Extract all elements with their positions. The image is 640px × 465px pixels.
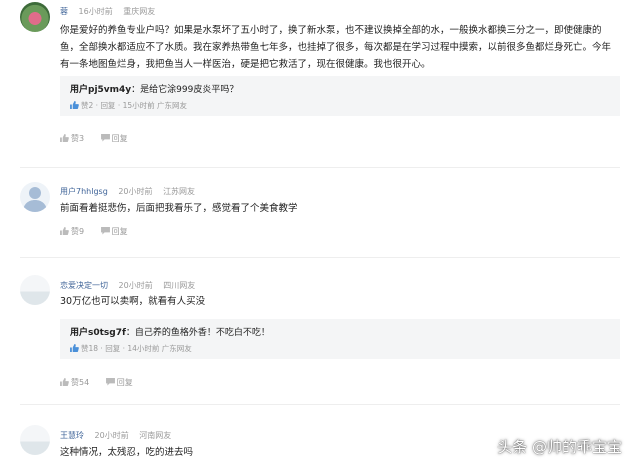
comment-meta: 蓉 16小时前 重庆网友 [60,6,163,17]
reply-button[interactable]: 回复 [100,101,115,110]
avatar[interactable] [20,275,50,305]
reply-meta: 赞2 · 回复 · 15小时前 广东网友 [70,100,187,111]
comment-icon [100,227,110,235]
comment-meta: 王慧玲 20小时前 河南网友 [60,430,179,441]
comment-text: 你是爱好的养鱼专业户吗？如果是水泵坏了五小时了，换了新水泵，也不建议换掉全部的水… [60,25,612,70]
comment-item: 蓉 16小时前 重庆网友 你是爱好的养鱼专业户吗？如果是水泵坏了五小时了，换了新… [0,0,640,160]
comment-meta: 恋爱决定一切 20小时前 四川网友 [60,280,203,291]
username[interactable]: 王慧玲 [60,431,84,440]
reply-button[interactable]: 回复 [100,134,128,143]
reply-username[interactable]: 用户s0tsg7f [70,328,126,338]
reply-label: 回复 [111,227,128,236]
reply-time: 15小时前 [122,101,155,110]
thumbs-up-icon [60,378,69,386]
comment-meta: 用户7hhlgsg 20小时前 江苏网友 [60,186,203,197]
comment-icon [105,378,115,386]
reply-like-count[interactable]: 赞2 [81,101,93,110]
divider [20,167,620,168]
reply-text: 用户s0tsg7f：自己养的鱼格外香！不吃白不吃！ [70,325,270,338]
reply-location: 广东网友 [157,101,188,110]
like-button[interactable]: 赞3 [60,134,87,143]
comment-location: 重庆网友 [123,7,156,16]
reply-content: ：是给它涂999皮炎平吗？ [131,85,239,95]
user-silhouette-icon [23,187,47,212]
divider [20,257,620,258]
reply-username[interactable]: 用户pj5vm4y [70,85,131,95]
reply-text: 用户pj5vm4y：是给它涂999皮炎平吗？ [70,82,238,95]
comment-time: 16小时前 [78,7,113,16]
comment-actions: 赞9 回复 [60,226,142,237]
thumbs-up-icon[interactable] [70,101,79,109]
comment-actions: 赞3 回复 [60,133,142,144]
reply-location: 广东网友 [161,344,192,353]
comment-time: 20小时前 [118,187,153,196]
reply-meta: 赞18 · 回复 · 14小时前 广东网友 [70,343,192,354]
thumbs-up-icon [60,227,69,235]
comment-location: 河南网友 [139,431,172,440]
comment-item: 恋爱决定一切 20小时前 四川网友 30万亿也可以卖啊，就看有人买没 用户s0t… [0,273,640,393]
comment-location: 江苏网友 [163,187,196,196]
avatar[interactable] [20,2,50,32]
comment-actions: 赞54 回复 [60,377,147,388]
username[interactable]: 恋爱决定一切 [60,281,108,290]
divider [20,404,620,405]
like-count: 赞3 [71,134,85,143]
comment-time: 20小时前 [118,281,153,290]
thumbs-up-icon[interactable] [70,344,79,352]
username[interactable]: 蓉 [60,7,68,16]
like-count: 赞9 [71,227,85,236]
avatar[interactable] [20,182,50,212]
comment-icon [100,134,110,142]
like-button[interactable]: 赞54 [60,378,92,387]
comment-text: 前面看着挺悲伤，后面把我看乐了，感觉看了个美食教学 [60,203,298,214]
reply-like-count[interactable]: 赞18 [81,344,98,353]
reply-label: 回复 [111,134,128,143]
comment-location: 四川网友 [163,281,196,290]
comment-text: 30万亿也可以卖啊，就看有人买没 [60,296,206,307]
username[interactable]: 用户7hhlgsg [60,187,108,196]
reply-button[interactable]: 回复 [105,378,133,387]
like-button[interactable]: 赞9 [60,227,87,236]
comment-item: 用户7hhlgsg 20小时前 江苏网友 前面看着挺悲伤，后面把我看乐了，感觉看… [0,180,640,250]
reply-box: 用户pj5vm4y：是给它涂999皮炎平吗？ 赞2 · 回复 · 15小时前 广… [60,76,620,116]
reply-time: 14小时前 [127,344,160,353]
reply-content: ：自己养的鱼格外香！不吃白不吃！ [125,328,270,338]
reply-button[interactable]: 回复 [100,227,128,236]
watermark: 头条 @帅的乖宝宝 [497,438,622,456]
reply-box: 用户s0tsg7f：自己养的鱼格外香！不吃白不吃！ 赞18 · 回复 · 14小… [60,319,620,359]
comment-time: 20小时前 [94,431,129,440]
avatar[interactable] [20,425,50,455]
reply-label: 回复 [116,378,133,387]
reply-button[interactable]: 回复 [105,344,120,353]
thumbs-up-icon [60,134,69,142]
like-count: 赞54 [71,378,90,387]
